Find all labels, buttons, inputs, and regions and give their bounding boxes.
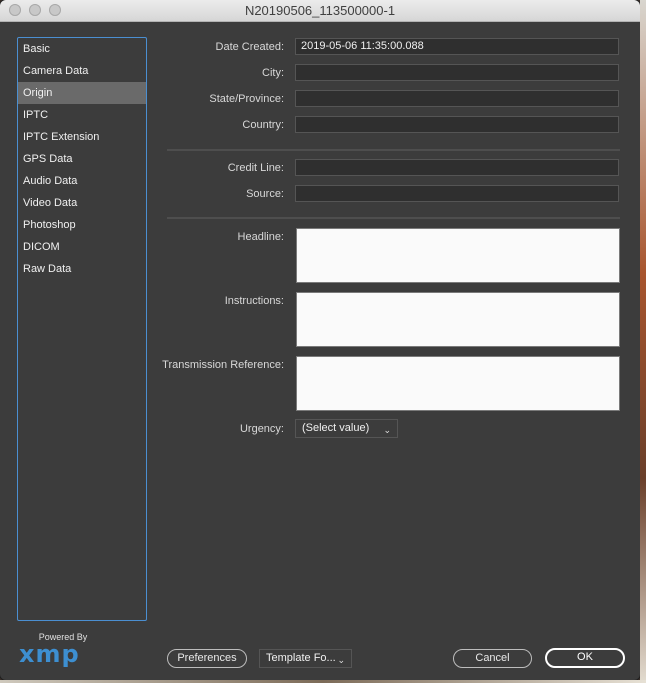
- urgency-label: Urgency:: [239, 423, 284, 435]
- sidebar-item-photoshop[interactable]: Photoshop: [18, 214, 146, 236]
- transmission-reference-label: Transmission Reference:: [162, 359, 284, 371]
- state-label: State/Province:: [209, 93, 284, 105]
- date-created-label: Date Created:: [215, 41, 284, 53]
- instructions-label: Instructions:: [224, 295, 284, 307]
- transmission-reference-textarea[interactable]: [296, 356, 620, 411]
- sidebar-item-camera-data[interactable]: Camera Data: [18, 60, 146, 82]
- cancel-button[interactable]: Cancel: [453, 649, 532, 668]
- chevron-down-icon: ⌄: [383, 425, 391, 435]
- city-label: City:: [262, 67, 284, 79]
- sidebar-item-audio-data[interactable]: Audio Data: [18, 170, 146, 192]
- ok-button[interactable]: OK: [545, 648, 625, 668]
- source-field[interactable]: [295, 185, 619, 202]
- section-divider: [167, 217, 620, 219]
- sidebar-item-gps-data[interactable]: GPS Data: [18, 148, 146, 170]
- xmp-metadata-dialog: N20190506_113500000-1 Basic Camera Data …: [0, 0, 640, 680]
- sidebar-item-video-data[interactable]: Video Data: [18, 192, 146, 214]
- instructions-textarea[interactable]: [296, 292, 620, 347]
- sidebar-item-basic[interactable]: Basic: [18, 38, 146, 60]
- urgency-select-value: (Select value): [302, 422, 370, 434]
- country-label: Country:: [242, 119, 284, 131]
- background-photo-edge: [640, 0, 646, 683]
- template-folder-select[interactable]: Template Fo... ⌄: [259, 649, 352, 668]
- date-created-field[interactable]: 2019-05-06 11:35:00.088: [295, 38, 619, 55]
- window-title: N20190506_113500000-1: [244, 3, 396, 18]
- city-field[interactable]: [295, 64, 619, 81]
- sidebar-item-dicom[interactable]: DICOM: [18, 236, 146, 258]
- template-folder-value: Template Fo...: [266, 652, 336, 664]
- xmp-logo: xmp: [19, 640, 80, 668]
- sidebar-item-iptc[interactable]: IPTC: [18, 104, 146, 126]
- source-label: Source:: [246, 188, 284, 200]
- sidebar-item-iptc-extension[interactable]: IPTC Extension: [18, 126, 146, 148]
- sidebar-item-origin[interactable]: Origin: [18, 82, 146, 104]
- state-field[interactable]: [295, 90, 619, 107]
- country-field[interactable]: [295, 116, 619, 133]
- title-bar: N20190506_113500000-1: [0, 0, 640, 22]
- credit-line-field[interactable]: [295, 159, 619, 176]
- urgency-select[interactable]: (Select value) ⌄: [295, 419, 398, 438]
- category-sidebar: Basic Camera Data Origin IPTC IPTC Exten…: [17, 37, 147, 621]
- sidebar-item-raw-data[interactable]: Raw Data: [18, 258, 146, 280]
- credit-line-label: Credit Line:: [227, 162, 284, 174]
- headline-textarea[interactable]: [296, 228, 620, 283]
- preferences-button[interactable]: Preferences: [167, 649, 247, 668]
- section-divider: [167, 149, 620, 151]
- chevron-down-icon: ⌄: [337, 655, 345, 665]
- headline-label: Headline:: [237, 231, 284, 243]
